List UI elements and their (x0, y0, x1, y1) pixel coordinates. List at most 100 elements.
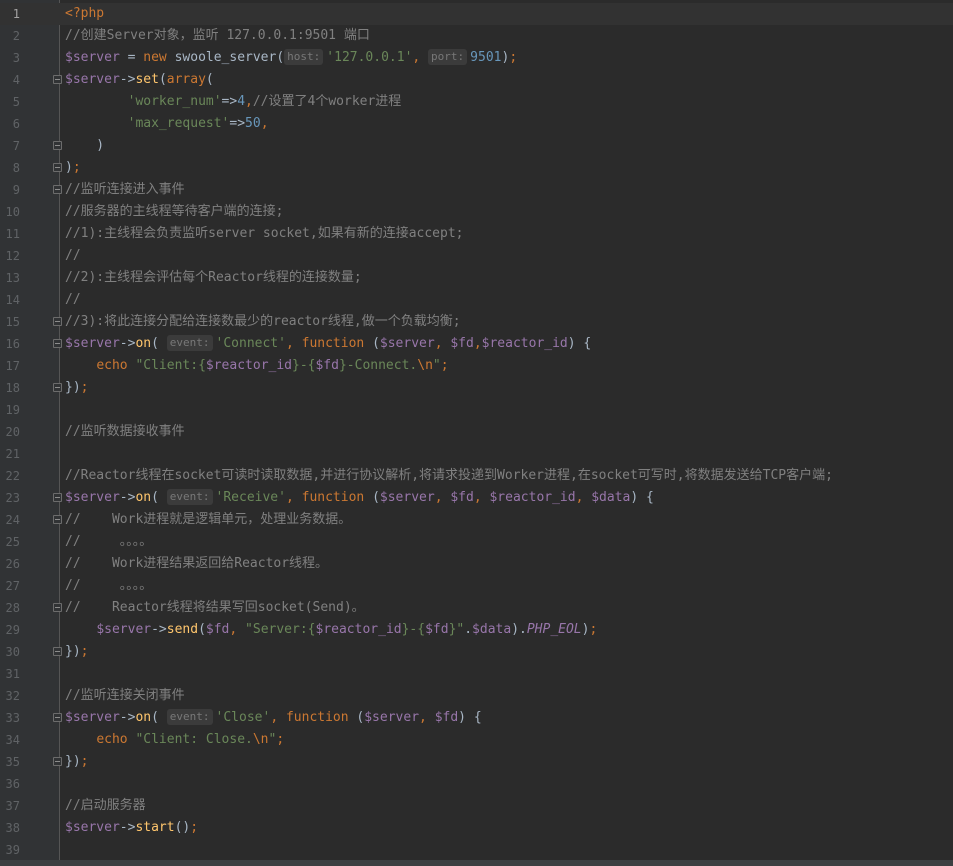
code-token: , (473, 490, 490, 505)
fold-marker-icon[interactable] (53, 515, 62, 524)
code-line[interactable]: 1 <?php (0, 3, 953, 25)
code-token: $data (591, 490, 631, 505)
code-token: = (119, 50, 144, 65)
code-line[interactable]: 38 $server->start(); (0, 817, 953, 839)
fold-marker-icon[interactable] (53, 317, 62, 326)
code-line[interactable]: 12 // (0, 245, 953, 267)
code-line[interactable]: 25 // 。。。。 (0, 531, 953, 553)
fold-marker-icon[interactable] (53, 757, 62, 766)
code-token: 9501 (470, 50, 502, 65)
fold-marker-icon[interactable] (53, 75, 62, 84)
line-number: 18 (5, 381, 20, 395)
code-line[interactable]: 34 echo "Client: Close.\n"; (0, 729, 953, 751)
fold-marker-icon[interactable] (53, 383, 62, 392)
code-line[interactable]: 14 // (0, 289, 953, 311)
code-token: -> (119, 490, 136, 505)
code-token: ) { (458, 710, 482, 725)
code-line[interactable]: 35}); (0, 751, 953, 773)
code-token: on (135, 336, 152, 351)
code-line[interactable]: 8); (0, 157, 953, 179)
code-token: swoole_server( (174, 50, 285, 65)
code-text: <?php (65, 3, 104, 25)
code-text: // 。。。。 (65, 575, 152, 597)
code-token: $reactor_id (315, 622, 402, 637)
code-line[interactable]: 4 $server->set(array( (0, 69, 953, 91)
code-token: echo (96, 732, 136, 747)
code-line[interactable]: 7 ) (0, 135, 953, 157)
code-token: }) (65, 754, 81, 769)
fold-marker-icon[interactable] (53, 339, 62, 348)
fold-marker-icon[interactable] (53, 163, 62, 172)
fold-marker-icon[interactable] (53, 493, 62, 502)
code-line[interactable]: 6 'max_request'=>50, (0, 113, 953, 135)
code-lines[interactable]: 1 <?php 2 //创建Server对象，监听 127.0.0.1:9501 端口… (0, 3, 953, 861)
code-text: $server->start(); (65, 817, 198, 839)
code-token: ) { (567, 336, 592, 351)
code-token: $fd (450, 336, 474, 351)
code-line[interactable]: 13 //2):主线程会评估每个Reactor线程的连接数量; (0, 267, 953, 289)
code-line[interactable]: 36 (0, 773, 953, 795)
code-text: // Work进程就是逻辑单元，处理业务数据。 (65, 509, 351, 531)
code-line[interactable]: 17 echo "Client:{$reactor_id}-{$fd}-Conn… (0, 355, 953, 377)
code-line[interactable]: 20 //监听数据接收事件 (0, 421, 953, 443)
code-line[interactable]: 37 //启动服务器 (0, 795, 953, 817)
code-line[interactable]: 2 //创建Server对象，监听 127.0.0.1:9501 端口 (0, 25, 953, 47)
horizontal-scrollbar[interactable] (0, 860, 953, 866)
code-line[interactable]: 24 // Work进程就是逻辑单元，处理业务数据。 (0, 509, 953, 531)
code-line[interactable]: 26 // Work进程结果返回给Reactor线程。 (0, 553, 953, 575)
code-token: ; (190, 820, 199, 835)
code-token: echo (96, 358, 136, 373)
code-line[interactable]: 31 (0, 663, 953, 685)
code-line[interactable]: 27 // 。。。。 (0, 575, 953, 597)
code-token: }-Connect. (338, 358, 418, 373)
fold-marker-icon[interactable] (53, 141, 62, 150)
code-line[interactable]: 30}); (0, 641, 953, 663)
code-line[interactable]: 28 // Reactor线程将结果写回socket(Send)。 (0, 597, 953, 619)
code-token: ; (80, 644, 89, 659)
fold-marker-icon[interactable] (53, 185, 62, 194)
code-line[interactable]: 5 'worker_num'=>4,//设置了4个worker进程 (0, 91, 953, 113)
code-line[interactable]: 19 (0, 399, 953, 421)
code-token: $fd (434, 710, 459, 725)
code-text: $server->on( event: 'Receive', function (… (65, 487, 654, 509)
code-line[interactable]: 11 //1):主线程会负责监听server socket,如果有新的连接acce… (0, 223, 953, 245)
line-number: 16 (5, 337, 20, 351)
code-text: // Work进程结果返回给Reactor线程。 (65, 553, 328, 575)
line-number: 1 (12, 7, 20, 21)
code-line[interactable]: 3 $server = new swoole_server(host: '127.0… (0, 47, 953, 69)
code-line[interactable]: 18}); (0, 377, 953, 399)
code-token: //启动服务器 (65, 798, 146, 813)
code-token: , (419, 710, 435, 725)
code-line[interactable]: 9 //监听连接进入事件 (0, 179, 953, 201)
code-editor[interactable]: 1 <?php 2 //创建Server对象，监听 127.0.0.1:9501 端口… (0, 0, 953, 866)
fold-marker-icon[interactable] (53, 603, 62, 612)
code-line[interactable]: 29 $server->send($fd, "Server:{$reactor_… (0, 619, 953, 641)
code-token: $server (65, 50, 120, 65)
code-line[interactable]: 10 //服务器的主线程等待客户端的连接; (0, 201, 953, 223)
line-number: 34 (5, 733, 20, 747)
line-number: 35 (5, 755, 20, 769)
fold-marker-icon[interactable] (53, 647, 62, 656)
code-token: $server (96, 622, 152, 637)
code-line[interactable]: 32 //监听连接关闭事件 (0, 685, 953, 707)
code-line[interactable]: 39 (0, 839, 953, 861)
code-line[interactable]: 21 (0, 443, 953, 465)
code-token: ( (198, 622, 206, 637)
fold-marker-icon[interactable] (53, 713, 62, 722)
code-token: "Client: Close. (135, 732, 253, 747)
code-token: ). (511, 622, 527, 637)
code-token: => (229, 116, 246, 131)
code-text: //启动服务器 (65, 795, 146, 817)
code-line[interactable]: 22 //Reactor线程在socket可读时读取数据,并进行协议解析,将请求投… (0, 465, 953, 487)
code-token: \n (252, 732, 269, 747)
code-text: ) (65, 135, 104, 157)
code-line[interactable]: 23 $server->on( event: 'Receive', function… (0, 487, 953, 509)
code-token: " (432, 358, 441, 373)
code-token: $data (472, 622, 512, 637)
code-line[interactable]: 33 $server->on( event: 'Close', function (… (0, 707, 953, 729)
code-line[interactable]: 16 $server->on( event: 'Connect', function… (0, 333, 953, 355)
code-line[interactable]: 15 //3):将此连接分配给连接数最少的reactor线程,做一个负载均衡; (0, 311, 953, 333)
code-token: $server (379, 336, 435, 351)
code-token: $server (65, 72, 120, 87)
code-token: }) (65, 380, 81, 395)
